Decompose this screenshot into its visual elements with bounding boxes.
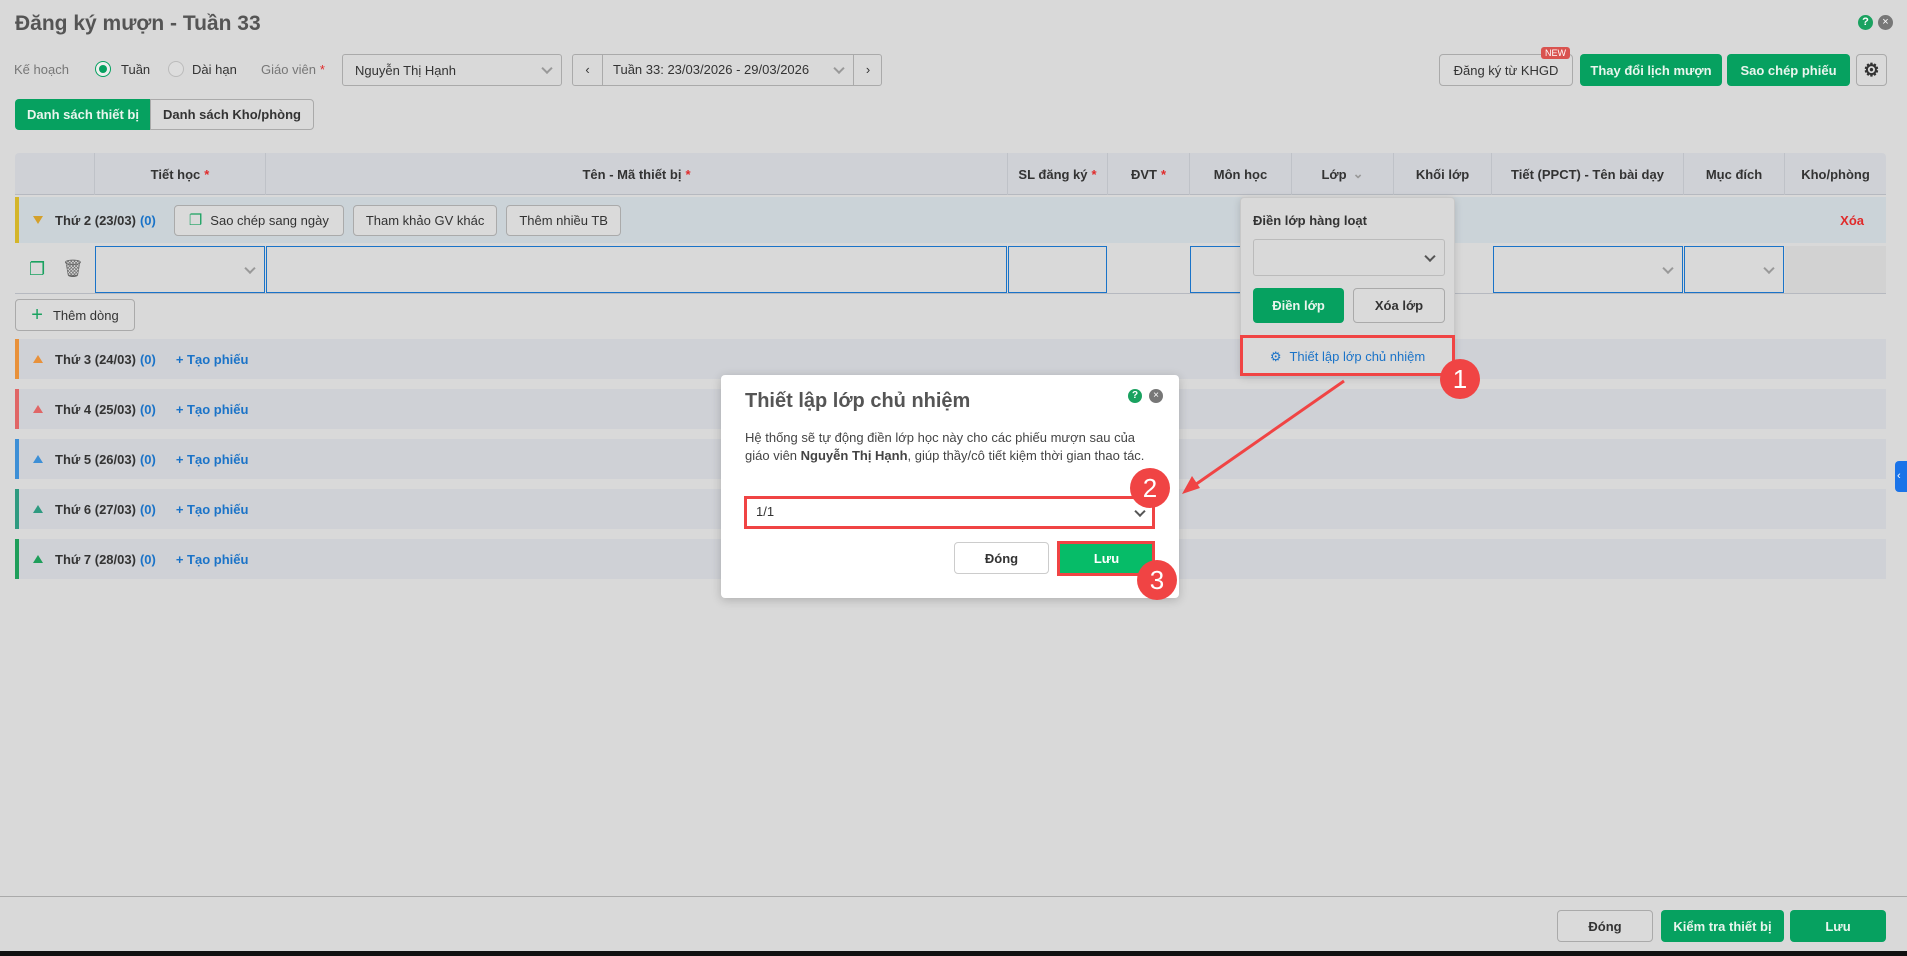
step-badge-2: 2 [1130,468,1170,508]
side-panel-toggle[interactable]: ‹ [1895,461,1907,492]
footer-close-button[interactable]: Đóng [1557,910,1653,942]
step-badge-3: 3 [1137,560,1177,600]
bottom-bar [0,951,1907,956]
dialog-close-icon[interactable]: × [1149,389,1163,403]
dialog-help-icon[interactable]: ? [1128,389,1142,403]
dialog-title: Thiết lập lớp chủ nhiệm [745,390,971,412]
step-badge-1: 1 [1440,359,1480,399]
step-highlight-2 [744,496,1155,529]
dialog-description: Hệ thống sẽ tự động điền lớp học này cho… [745,430,1145,463]
footer-divider [0,896,1907,897]
check-equipment-button[interactable]: Kiểm tra thiết bị [1661,910,1784,942]
footer-save-button[interactable]: Lưu [1790,910,1886,942]
dialog-close-button[interactable]: Đóng [954,542,1049,574]
